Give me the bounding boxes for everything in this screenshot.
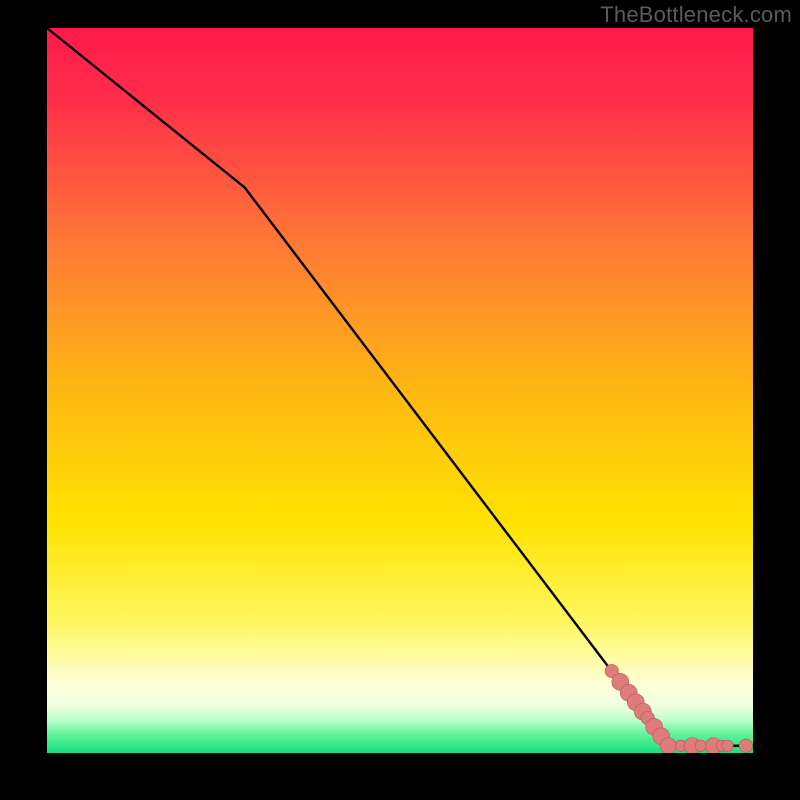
plot-area [47,28,753,753]
data-marker [739,739,752,752]
data-marker [660,738,676,753]
chart-svg [47,28,753,753]
chart-container: TheBottleneck.com [0,0,800,800]
data-marker [695,740,706,751]
attribution-label: TheBottleneck.com [600,2,792,28]
data-marker [722,740,733,751]
